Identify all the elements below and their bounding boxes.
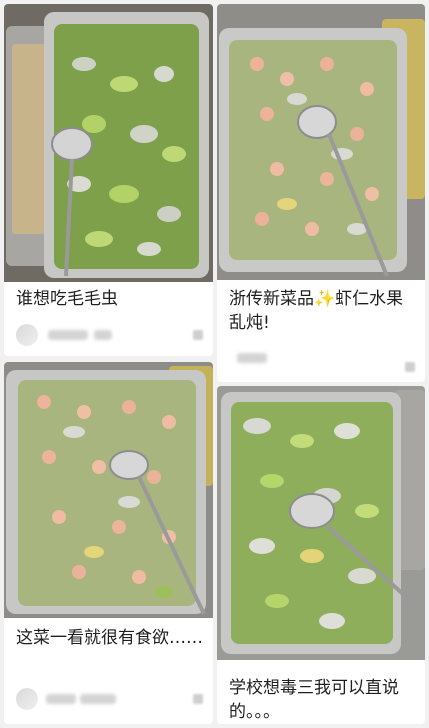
post-image[interactable] xyxy=(4,4,213,282)
post-image[interactable] xyxy=(217,386,425,660)
like-icon[interactable] xyxy=(193,694,203,704)
post-card-4[interactable]: 学校想毒三我可以直说的。。。 xyxy=(217,386,425,724)
post-card-3[interactable]: 这菜一看就很有食欲…… xyxy=(4,362,213,724)
post-card-2[interactable]: 浙传新菜品✨虾仁水果乱炖! xyxy=(217,4,425,382)
post-author[interactable] xyxy=(16,324,206,346)
post-card-1[interactable]: 谁想吃毛毛虫 xyxy=(4,4,213,356)
author-name-blurred xyxy=(80,694,116,704)
author-name-blurred xyxy=(94,330,112,340)
post-title[interactable]: 学校想毒三我可以直说的。。。 xyxy=(229,676,415,724)
author-name-blurred xyxy=(48,330,88,340)
author-name-blurred xyxy=(237,353,267,363)
avatar[interactable] xyxy=(16,324,38,346)
like-icon[interactable] xyxy=(193,330,203,340)
like-icon[interactable] xyxy=(405,362,415,372)
post-title[interactable]: 谁想吃毛毛虫 xyxy=(16,287,203,311)
post-image[interactable] xyxy=(4,362,213,618)
post-title[interactable]: 浙传新菜品✨虾仁水果乱炖! xyxy=(229,287,415,335)
post-image[interactable] xyxy=(217,4,425,280)
avatar[interactable] xyxy=(16,688,38,710)
post-author[interactable] xyxy=(16,688,206,710)
post-title[interactable]: 这菜一看就很有食欲…… xyxy=(16,626,203,650)
author-name-blurred xyxy=(46,694,76,704)
post-author[interactable] xyxy=(229,349,409,369)
